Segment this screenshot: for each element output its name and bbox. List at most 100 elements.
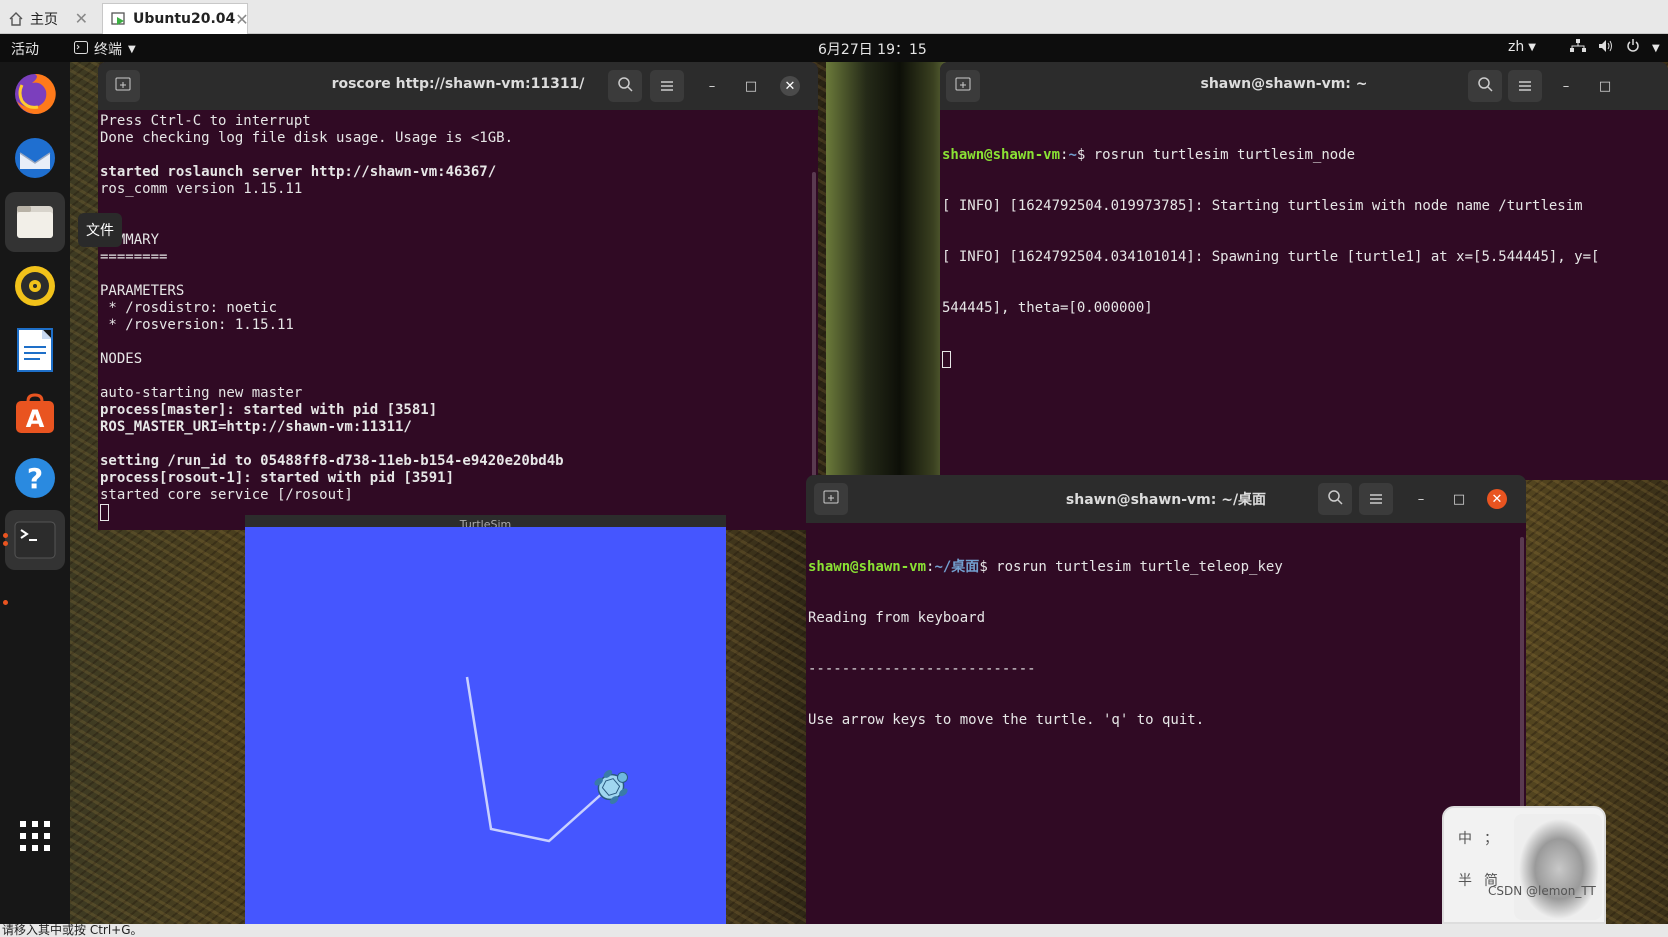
window-titlebar[interactable]: roscore http://shawn-vm:11311/ – □ ✕ <box>98 62 818 110</box>
prompt-symbol: $ <box>979 559 997 575</box>
output-line: auto-starting new master <box>100 385 303 401</box>
thunderbird-icon[interactable] <box>11 134 59 182</box>
network-icon <box>1570 39 1586 57</box>
firefox-icon[interactable] <box>11 70 59 118</box>
minimize-button[interactable]: – <box>702 76 722 96</box>
help-icon[interactable]: ? <box>11 454 59 502</box>
text-cursor <box>942 351 951 368</box>
app-menu-label: 终端 <box>94 42 122 58</box>
output-line: ======== <box>100 249 168 265</box>
input-method-widget[interactable]: 中 ； 半 简 <box>1442 806 1606 924</box>
menu-button[interactable] <box>650 70 684 102</box>
host-tab-home-label: 主页 <box>30 11 58 28</box>
output-line: Reading from keyboard <box>808 610 986 626</box>
terminal-output[interactable]: Press Ctrl-C to interrupt Done checking l… <box>100 113 818 530</box>
output-line: setting /run_id to 05488ff8-d738-11eb-b1… <box>100 453 564 469</box>
minimize-icon: – <box>708 78 716 94</box>
maximize-button[interactable]: □ <box>741 76 761 96</box>
turtlesim-window[interactable]: TurtleSim <box>245 515 726 924</box>
ime-mode-label[interactable]: 中 <box>1458 828 1472 848</box>
menu-button[interactable] <box>1508 70 1542 102</box>
maximize-button[interactable]: □ <box>1595 76 1615 96</box>
app-menu-button[interactable]: 终端 ▼ <box>74 39 136 59</box>
search-icon <box>617 76 633 96</box>
show-applications-icon[interactable] <box>11 812 59 860</box>
command-text: rosrun turtlesim turtlesim_node <box>1093 147 1356 163</box>
prompt-line: shawn@shawn-vm:~/桌面$ rosrun turtlesim tu… <box>808 559 1526 576</box>
prompt-line: shawn@shawn-vm:~$ rosrun turtlesim turtl… <box>942 147 1668 164</box>
power-icon <box>1626 39 1640 57</box>
ubuntu-software-icon[interactable]: A <box>11 390 59 438</box>
running-indicator <box>3 600 8 605</box>
terminal-window-teleop[interactable]: shawn@shawn-vm: ~/桌面 – □ ✕ shawn@shawn-v… <box>806 475 1526 924</box>
ime-width-label[interactable]: 半 <box>1458 870 1472 890</box>
search-icon <box>1327 489 1343 509</box>
menu-button[interactable] <box>1359 483 1393 515</box>
search-button[interactable] <box>1468 70 1502 102</box>
activities-button[interactable]: 活动 <box>11 39 39 59</box>
prompt-symbol: $ <box>1076 147 1094 163</box>
system-menu[interactable]: ▼ <box>1570 39 1660 57</box>
maximize-icon: □ <box>744 78 758 94</box>
terminal-window-turtlesim-node[interactable]: shawn@shawn-vm: ~ – □ shawn@shawn-vm:~$ … <box>940 62 1668 480</box>
terminal-output[interactable]: shawn@shawn-vm:~/桌面$ rosrun turtlesim tu… <box>808 525 1526 924</box>
host-tab-home[interactable]: 主页 ✕ <box>0 3 96 34</box>
output-line: * /rosdistro: noetic <box>100 300 278 316</box>
terminal-window-roscore[interactable]: roscore http://shawn-vm:11311/ – □ ✕ Pre… <box>98 62 818 530</box>
terminal-output[interactable]: shawn@shawn-vm:~$ rosrun turtlesim turtl… <box>942 113 1668 480</box>
ime-punct-label[interactable]: ； <box>1484 828 1498 848</box>
output-line: 544445], theta=[0.000000] <box>942 300 1153 316</box>
hamburger-icon <box>660 77 674 96</box>
output-line: NODES <box>100 351 143 367</box>
terminal-small-icon <box>74 40 88 58</box>
output-line: Done checking log file disk usage. Usage… <box>100 130 514 146</box>
volume-icon <box>1598 39 1614 57</box>
close-icon[interactable]: ✕ <box>75 9 88 28</box>
svg-text:A: A <box>26 405 45 433</box>
ime-mascot-image <box>1514 814 1602 920</box>
search-button[interactable] <box>608 70 642 102</box>
maximize-button[interactable]: □ <box>1449 489 1469 509</box>
turtlesim-title: TurtleSim <box>245 515 726 527</box>
running-indicator <box>3 533 8 538</box>
window-titlebar[interactable]: shawn@shawn-vm: ~/桌面 – □ ✕ <box>806 475 1526 523</box>
prompt-path: ~/桌面 <box>934 559 980 575</box>
output-line: SUMMARY <box>100 232 160 248</box>
output-line: * /rosversion: 1.15.11 <box>100 317 294 333</box>
prompt-user: shawn@shawn-vm <box>808 559 927 575</box>
input-method-menu[interactable]: zh ▼ <box>1508 39 1536 55</box>
host-tab-bar: 主页 ✕ Ubuntu20.04 ✕ <box>0 0 1668 34</box>
output-line: [ INFO] [1624792504.034101014]: Spawning… <box>942 249 1600 265</box>
text-cursor <box>100 504 109 521</box>
clock[interactable]: 6月27日 19：15 <box>818 39 927 59</box>
host-tab-vm-label: Ubuntu20.04 <box>133 11 236 27</box>
close-button[interactable]: ✕ <box>780 76 800 96</box>
search-icon <box>1477 76 1493 96</box>
minimize-icon: – <box>1417 491 1425 507</box>
close-icon[interactable]: ✕ <box>235 10 248 29</box>
files-icon[interactable] <box>5 192 65 252</box>
maximize-icon: □ <box>1452 491 1466 507</box>
hamburger-icon <box>1518 77 1532 96</box>
gnome-top-bar: 活动 终端 ▼ 6月27日 19：15 zh ▼ ▼ <box>0 34 1668 62</box>
minimize-button[interactable]: – <box>1556 76 1576 96</box>
minimize-button[interactable]: – <box>1411 489 1431 509</box>
minimize-icon: – <box>1562 78 1570 94</box>
rhythmbox-icon[interactable] <box>11 262 59 310</box>
output-line: process[rosout-1]: started with pid [359… <box>100 470 455 486</box>
output-line: Use arrow keys to move the turtle. 'q' t… <box>808 712 1205 728</box>
dock-tooltip: 文件 <box>78 213 122 247</box>
window-titlebar[interactable]: shawn@shawn-vm: ~ – □ <box>940 62 1668 110</box>
terminal-icon[interactable] <box>5 510 65 570</box>
host-tab-vm[interactable]: Ubuntu20.04 ✕ <box>102 3 249 34</box>
close-button[interactable]: ✕ <box>1487 489 1507 509</box>
hamburger-icon <box>1369 490 1383 509</box>
libreoffice-writer-icon[interactable] <box>11 326 59 374</box>
output-line: process[master]: started with pid [3581] <box>100 402 438 418</box>
scrollbar[interactable] <box>812 172 816 522</box>
search-button[interactable] <box>1318 483 1352 515</box>
